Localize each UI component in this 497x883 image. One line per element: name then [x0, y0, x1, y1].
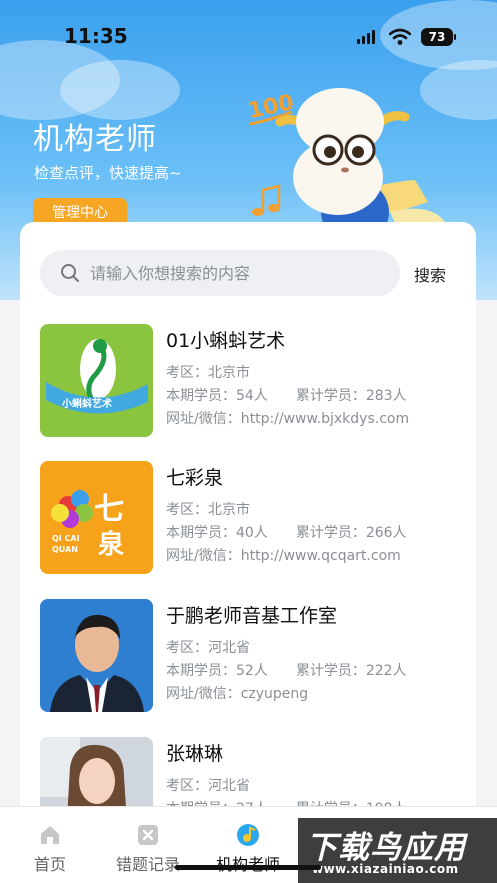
status-time: 11:35 [64, 24, 128, 48]
svg-text:泉: 泉 [98, 529, 125, 560]
institution-area: 考区：北京市 [166, 502, 250, 518]
search-input[interactable] [90, 250, 390, 296]
search-bar[interactable] [40, 250, 400, 296]
tab-label: 首页 [33, 855, 66, 874]
institution-name: 张琳琳 [166, 743, 224, 765]
institution-area: 考区：北京市 [166, 365, 250, 381]
teacher-icon [237, 824, 259, 846]
svg-text:QUAN: QUAN [52, 545, 78, 554]
tab-home[interactable]: 首页 [0, 807, 100, 877]
institution-site: 网址/微信：http://www.bjxkdys.com [166, 411, 410, 427]
institution-area: 考区：河北省 [166, 778, 250, 794]
institution-area: 考区：河北省 [166, 640, 250, 656]
tab-label: 机构老师 [198, 851, 298, 875]
page-title: 机构老师 [33, 122, 157, 157]
battery-icon: 73 [421, 28, 456, 46]
institution-students: 本期学员：40人 累计学员：266人 [166, 525, 407, 541]
institution-item[interactable]: 七 泉 QI CAI QUAN 七彩泉 考区：北京市 本期学员：40人 累计学员：… [40, 461, 460, 575]
teacher-list-card: 搜索 小蝌蚪艺术 01小蝌蚪艺术 考区：北京市 本期学员：54人累计学员：283… [20, 222, 476, 822]
wifi-icon [389, 28, 411, 45]
institution-site: 网址/微信：http://www.qcqart.com [166, 548, 401, 564]
institution-item[interactable]: 于鹏老师音基工作室 考区：河北省 本期学员：52人 累计学员：222人 网址/微信… [40, 599, 460, 713]
home-indicator[interactable] [175, 865, 321, 870]
watermark-url: www.xiazainiao.com [312, 862, 459, 876]
teacher-photo [40, 599, 153, 712]
search-icon [61, 264, 79, 282]
search-button[interactable]: 搜索 [414, 262, 446, 286]
institution-logo: 七 泉 QI CAI QUAN [40, 461, 153, 574]
tab-label: 错题记录 [115, 855, 180, 874]
institution-logo: 小蝌蚪艺术 [40, 324, 153, 437]
institution-name: 于鹏老师音基工作室 [166, 605, 338, 627]
page-subtitle: 检查点评，快速提高~ [34, 164, 182, 182]
institution-name: 01小蝌蚪艺术 [166, 330, 286, 352]
signal-icon [357, 30, 375, 44]
svg-text:七: 七 [94, 492, 124, 527]
home-icon [41, 826, 59, 844]
status-bar: 11:35 73 [0, 22, 497, 52]
svg-text:小蝌蚪艺术: 小蝌蚪艺术 [61, 397, 112, 410]
mistakes-icon [138, 825, 158, 845]
institution-site: 网址/微信：czyupeng [166, 686, 309, 702]
watermark-overlay: 下载鸟应用 www.xiazainiao.com [298, 818, 497, 883]
svg-text:QI CAI: QI CAI [52, 534, 80, 543]
watermark-title: 下载鸟应用 [306, 830, 466, 866]
institution-students: 本期学员：52人 累计学员：222人 [166, 663, 407, 679]
institution-name: 七彩泉 [166, 467, 224, 489]
institution-students: 本期学员：54人 累计学员：283人 [166, 388, 407, 404]
institution-item[interactable]: 小蝌蚪艺术 01小蝌蚪艺术 考区：北京市 本期学员：54人 累计学员：283人 网… [40, 324, 460, 438]
